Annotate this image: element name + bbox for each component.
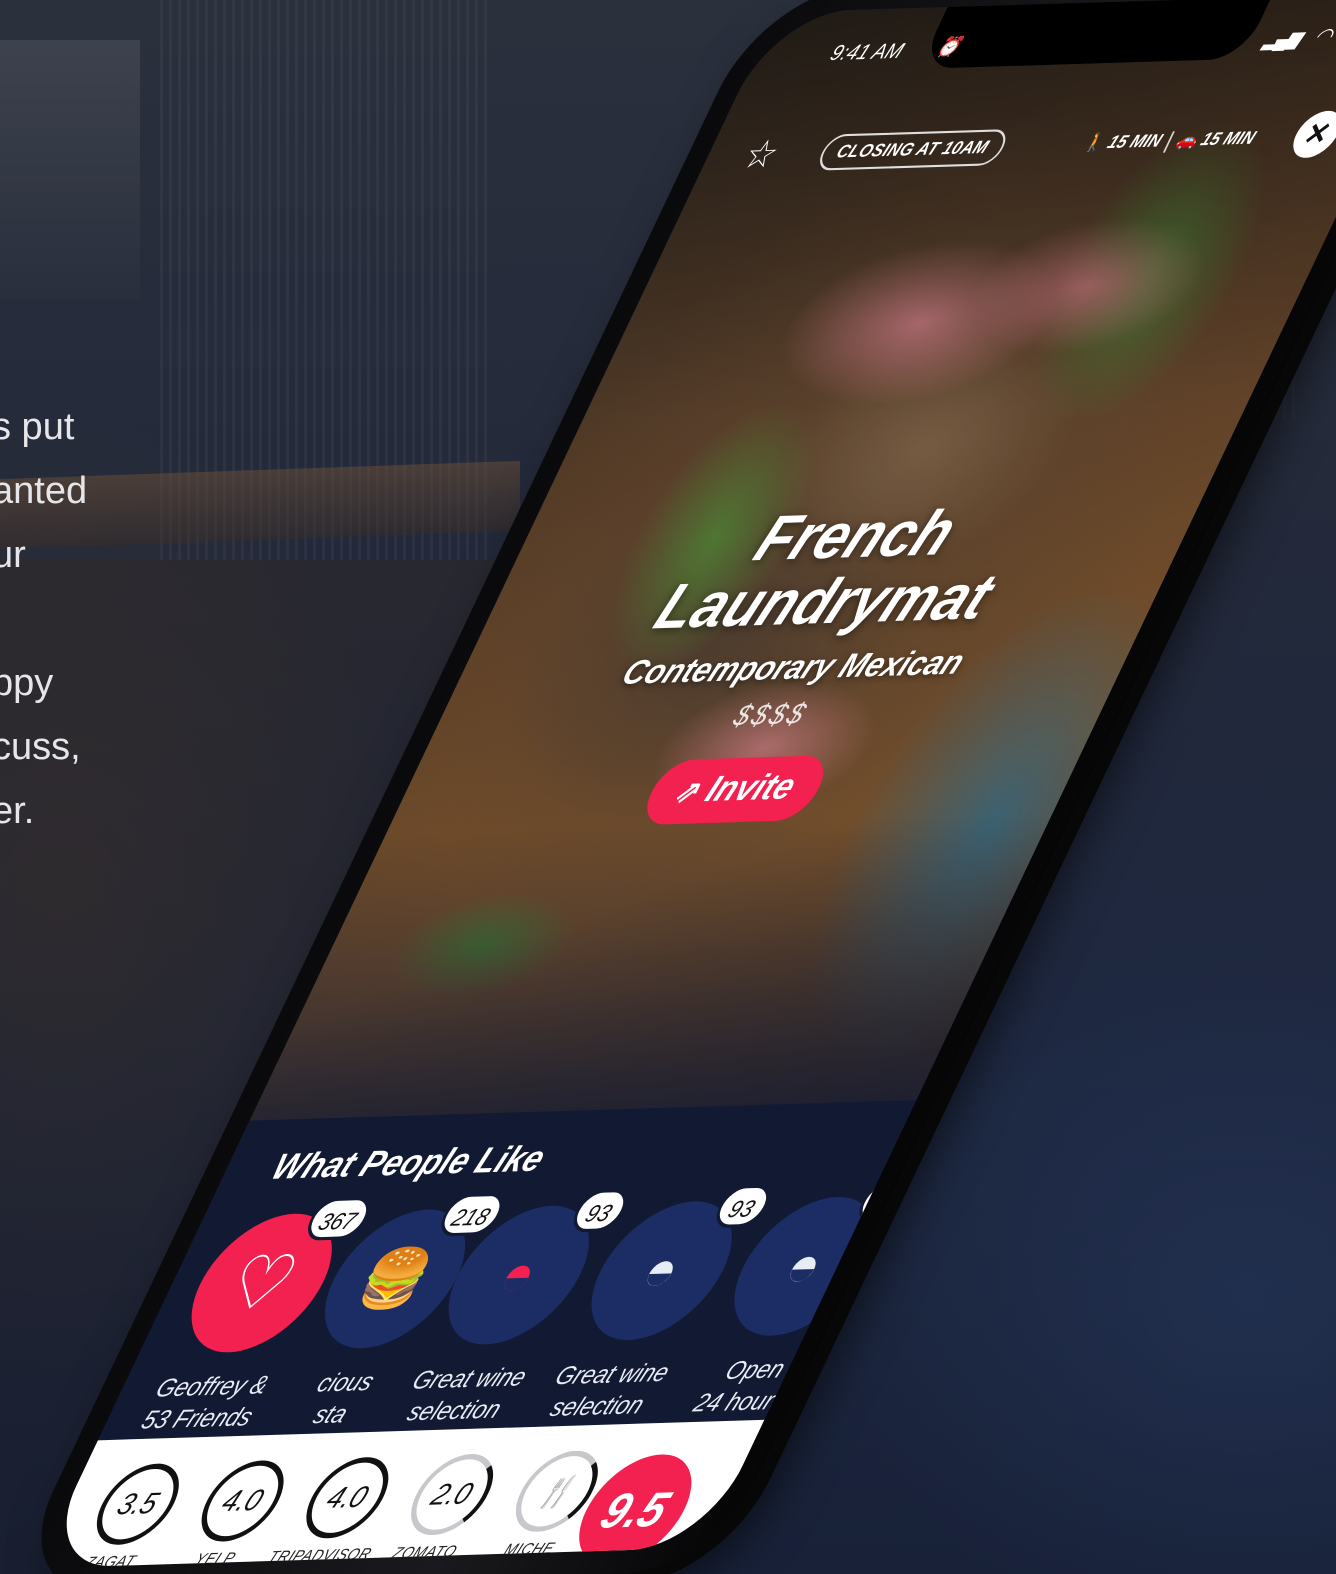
like-label-line: selection (402, 1395, 507, 1427)
travel-times: 🚶15 MIN 🚗15 MIN (1079, 128, 1259, 155)
walk-time: 15 MIN (1104, 130, 1166, 153)
marketing-line: ppy (0, 662, 54, 704)
signal-icon: ▂▄▆ (1261, 27, 1304, 50)
marketing-line (0, 587, 122, 651)
close-button[interactable]: ✕ (1284, 110, 1336, 159)
closing-time-badge: CLOSING AT 10AM (813, 128, 1012, 171)
burger-icon-glyph: ◓ (488, 1242, 550, 1308)
background-window (0, 40, 140, 300)
marketing-copy: s put anted ur ppy cuss, er. (0, 395, 122, 843)
like-label-line: selection (545, 1390, 650, 1423)
marketing-line: s put (0, 406, 75, 448)
marketing-line: er. (0, 790, 35, 832)
drive-time: 15 MIN (1197, 127, 1260, 150)
like-label-line: Great wine (407, 1362, 532, 1396)
favorite-star-icon[interactable]: ☆ (735, 132, 788, 178)
price-level: $$$$ (727, 696, 815, 733)
like-label-line: Great wine (550, 1358, 675, 1391)
marketing-line: ur (0, 534, 26, 576)
alarm-icon: ⏰ (932, 35, 965, 58)
invite-label: Invite (699, 766, 803, 810)
restaurant-name: French Laundrymat (476, 493, 1205, 646)
marketing-line: cuss, (0, 726, 81, 768)
wifi-icon: ◠ (1309, 24, 1336, 49)
ratings-bar: 3.5 ZAGAT 4.0 YELP 4.0 TRIPADVISOR 2.0 Z… (37, 1419, 765, 1569)
section-title: What People Like (264, 1138, 553, 1188)
status-time: 9:41 AM (826, 39, 908, 66)
invite-button[interactable]: ⇗Invite (635, 755, 835, 826)
marketing-line: anted (0, 470, 88, 512)
cuisine-type: Contemporary Mexican (616, 642, 972, 692)
